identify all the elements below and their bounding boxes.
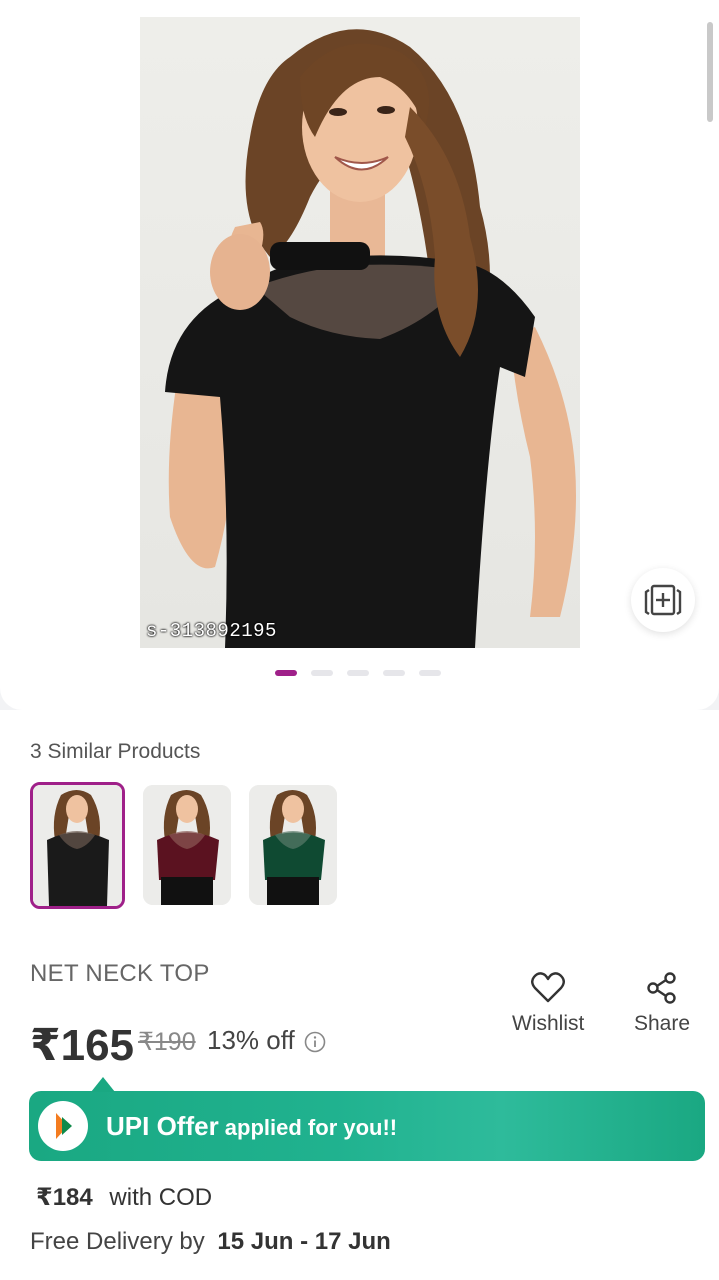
share-button[interactable]: Share	[634, 972, 690, 1036]
similar-product-thumb[interactable]	[30, 782, 125, 909]
delivery-row: Free Delivery by 15 Jun - 17 Jun	[30, 1228, 391, 1256]
upi-offer-text: UPI Offer applied for you!!	[106, 1111, 397, 1142]
selling-price: ₹165	[30, 1021, 135, 1070]
product-gallery[interactable]: s-313892195	[0, 0, 719, 710]
info-icon[interactable]	[304, 1031, 326, 1053]
cod-price: ₹184	[36, 1184, 93, 1211]
discount-label: 13% off	[207, 1025, 295, 1055]
cod-price-row: ₹184 with COD	[36, 1183, 212, 1212]
similar-products-list	[30, 782, 337, 909]
pagination-dot[interactable]	[347, 670, 369, 676]
product-thumbnail-image	[33, 785, 122, 906]
similar-product-thumb[interactable]	[143, 785, 231, 905]
delivery-dates: 15 Jun - 17 Jun	[217, 1228, 391, 1255]
pagination-dot[interactable]	[419, 670, 441, 676]
upi-offer-title: UPI Offer	[106, 1110, 219, 1141]
share-label: Share	[634, 1012, 691, 1035]
pagination-dot[interactable]	[383, 670, 405, 676]
product-thumbnail-image	[249, 785, 337, 905]
view-similar-button[interactable]	[631, 568, 695, 632]
gallery-pagination	[275, 670, 441, 676]
model-illustration	[165, 29, 576, 648]
similar-product-thumb[interactable]	[249, 785, 337, 905]
similar-products-title: 3 Similar Products	[30, 740, 201, 763]
bhim-upi-logo	[38, 1101, 88, 1151]
delivery-label: Free Delivery by	[30, 1228, 205, 1255]
product-title: NET NECK TOP	[30, 960, 210, 987]
share-icon	[647, 972, 676, 1004]
wishlist-label: Wishlist	[512, 1012, 585, 1035]
upi-logo-icon	[56, 1113, 72, 1139]
similar-products-section: 3 Similar Products	[0, 710, 719, 930]
heart-icon	[531, 972, 566, 1003]
product-info-section: NET NECK TOP Wishlist Share ₹165 ₹190 13…	[0, 930, 719, 1280]
product-thumbnail-image	[143, 785, 231, 905]
wishlist-button[interactable]: Wishlist	[512, 972, 584, 1036]
pagination-dot[interactable]	[311, 670, 333, 676]
cod-label: with COD	[109, 1184, 213, 1211]
original-price: ₹190	[138, 1028, 196, 1056]
product-code-watermark: s-313892195	[146, 620, 277, 642]
gallery-add-icon	[644, 584, 682, 616]
upi-offer-subtitle: applied for you!!	[218, 1114, 398, 1140]
pagination-dot[interactable]	[275, 670, 297, 676]
upi-offer-banner[interactable]: UPI Offer applied for you!!	[29, 1077, 705, 1161]
scrollbar[interactable]	[707, 22, 713, 122]
product-photo[interactable]: s-313892195	[140, 17, 580, 648]
